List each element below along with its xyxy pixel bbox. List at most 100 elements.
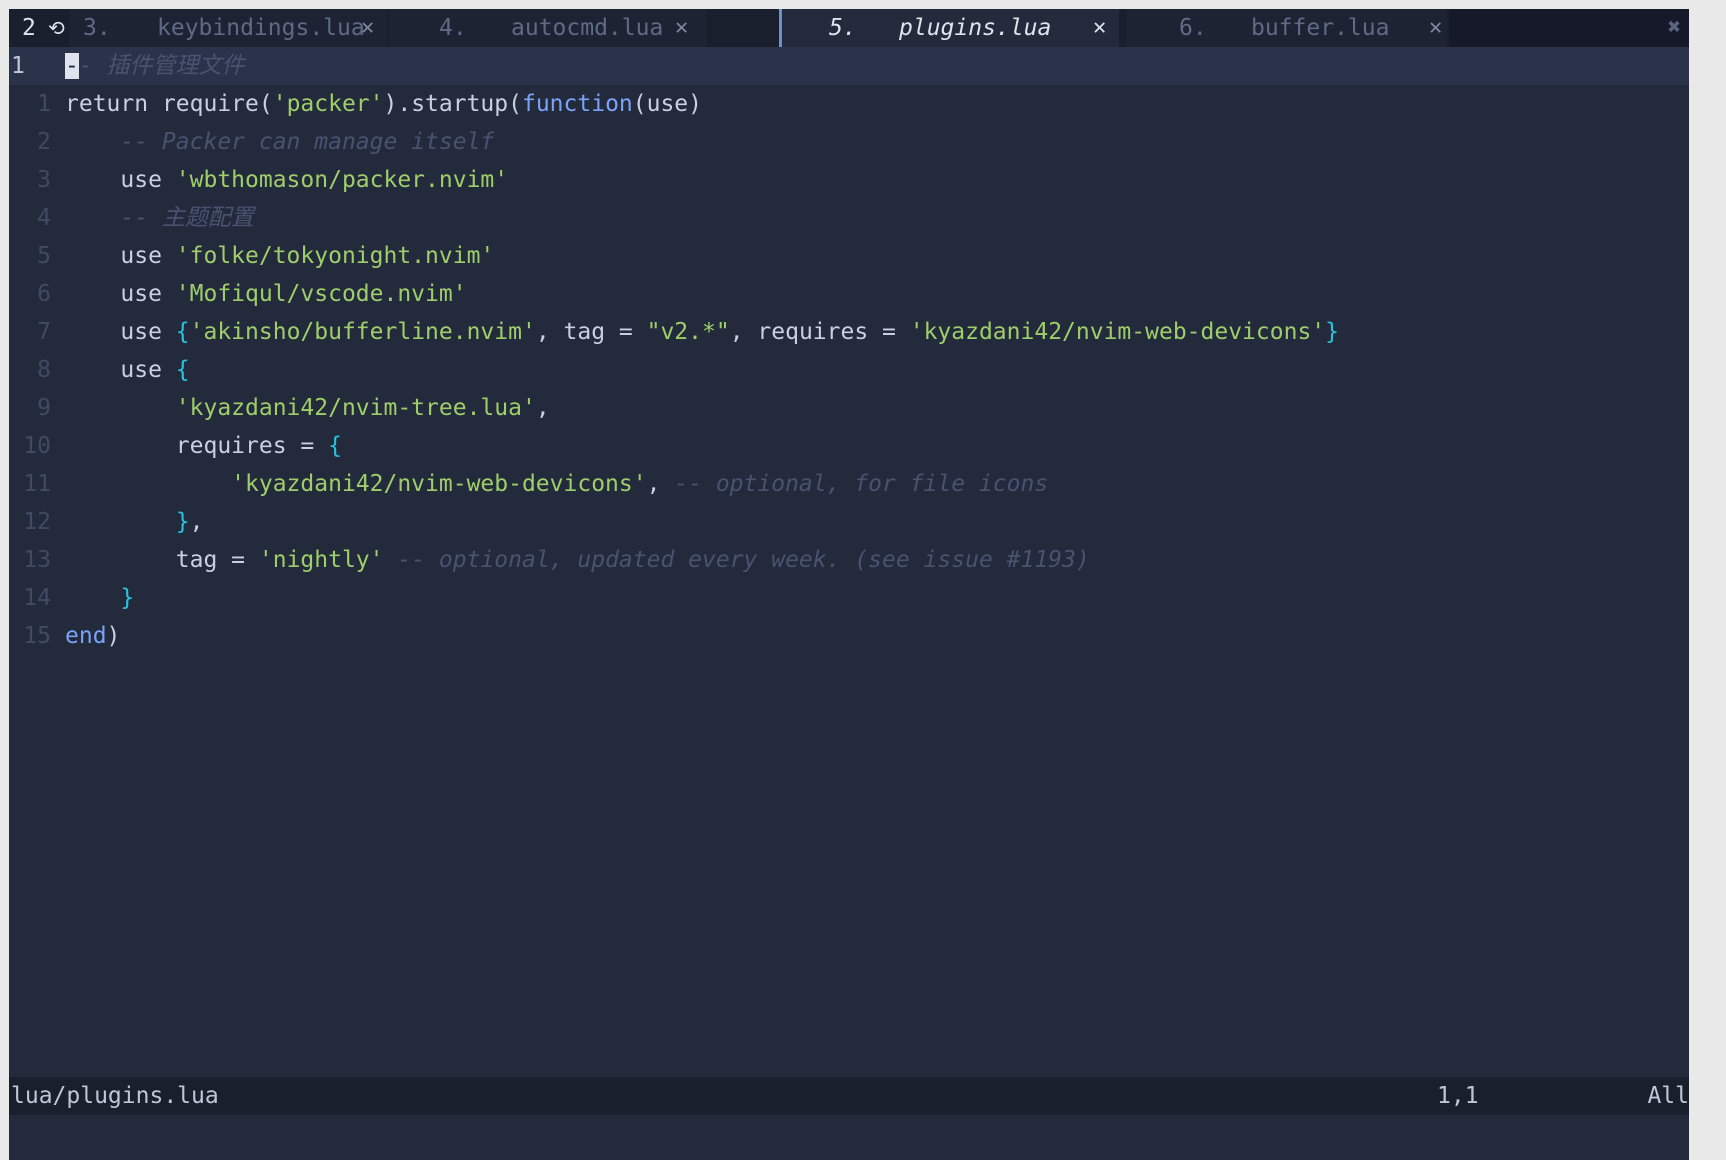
- tab-filename: autocmd.lua: [511, 15, 664, 41]
- line-code: },: [65, 503, 204, 541]
- line-number: 2: [37, 129, 51, 155]
- command-line[interactable]: [9, 1115, 1689, 1160]
- code-line[interactable]: 10 requires = {: [9, 427, 1689, 465]
- line-number: 6: [37, 281, 51, 307]
- line-number: 10: [23, 433, 51, 459]
- scroll-left-icon[interactable]: ⟲: [48, 9, 65, 47]
- code-token: -- Packer can manage itself: [65, 129, 495, 155]
- code-line[interactable]: 9 'kyazdani42/nvim-tree.lua',: [9, 389, 1689, 427]
- code-token: 'akinsho/bufferline.nvim': [189, 319, 536, 345]
- line-code: 'kyazdani42/nvim-web-devicons', -- optio…: [65, 465, 1048, 503]
- code-line[interactable]: 11 'kyazdani42/nvim-web-devicons', -- op…: [9, 465, 1689, 503]
- code-token: use: [65, 281, 176, 307]
- tab-filename: plugins.lua: [899, 15, 1052, 41]
- code-token: 'nightly': [258, 547, 384, 573]
- tab-filename: buffer.lua: [1251, 15, 1390, 41]
- code-token: 'folke/tokyonight.nvim': [175, 243, 495, 269]
- code-token: end: [65, 623, 107, 649]
- close-all-icon[interactable]: ✖: [1668, 9, 1681, 47]
- code-token: 'kyazdani42/nvim-tree.lua': [175, 395, 536, 421]
- tabline-fill: [1449, 9, 1689, 47]
- line-number: 14: [23, 585, 51, 611]
- line-code: 'kyazdani42/nvim-tree.lua',: [65, 389, 550, 427]
- line-code: -- 主题配置: [65, 199, 254, 237]
- line-code: tag = 'nightly' -- optional, updated eve…: [65, 541, 1090, 579]
- code-line[interactable]: 3 use 'wbthomason/packer.nvim': [9, 161, 1689, 199]
- close-icon[interactable]: ✕: [1429, 9, 1442, 47]
- current-line[interactable]: 1 -- 插件管理文件: [9, 47, 1689, 85]
- code-token: use: [65, 167, 176, 193]
- code-token: {: [328, 433, 342, 459]
- tab-autocmd[interactable]: 4. autocmd.lua ✕: [389, 9, 707, 47]
- status-filename: lua/plugins.lua: [11, 1083, 219, 1109]
- tab-buffer[interactable]: 6. buffer.lua ✕: [1127, 9, 1447, 47]
- tab-plugins[interactable]: 5. plugins.lua ✕: [779, 9, 1119, 47]
- close-icon[interactable]: ✕: [675, 9, 688, 47]
- close-icon[interactable]: ✕: [1093, 9, 1106, 47]
- code-line[interactable]: 1 return require('packer').startup(functi…: [9, 85, 1689, 123]
- code-token: require(: [161, 91, 273, 117]
- line-code: use {: [65, 351, 190, 389]
- line-number: 1: [37, 91, 51, 117]
- code-line[interactable]: 5 use 'folke/tokyonight.nvim': [9, 237, 1689, 275]
- code-token: ,: [189, 509, 204, 535]
- line-code: -- Packer can manage itself: [65, 123, 494, 161]
- code-line[interactable]: 2 -- Packer can manage itself: [9, 123, 1689, 161]
- code-line[interactable]: 13 tag = 'nightly' -- optional, updated …: [9, 541, 1689, 579]
- code-line[interactable]: 6 use 'Mofiqul/vscode.nvim': [9, 275, 1689, 313]
- close-icon[interactable]: ✕: [361, 9, 374, 47]
- tab-number: 4.: [439, 15, 467, 41]
- neovim-window: 2 ⟲ 3. keybindings.lua ✕ 4. autocmd.lua …: [9, 9, 1689, 1160]
- line-number: 15: [23, 623, 51, 649]
- code-token: {: [175, 357, 190, 383]
- code-token: use: [65, 243, 176, 269]
- code-token: "v2.*": [646, 319, 730, 345]
- tab-number: 5.: [829, 15, 857, 41]
- code-line[interactable]: 14 }: [9, 579, 1689, 617]
- code-line[interactable]: 4 -- 主题配置: [9, 199, 1689, 237]
- buffer-count: 2: [22, 15, 36, 41]
- cursor-position: 1,1: [1437, 1083, 1479, 1109]
- editor-area[interactable]: 1 -- 插件管理文件 1 return require('packer').star…: [9, 47, 1689, 1077]
- code-line[interactable]: 15 end): [9, 617, 1689, 655]
- code-token: use: [65, 319, 176, 345]
- tab-filename: keybindings.lua: [157, 15, 365, 41]
- cursor: -: [65, 53, 79, 79]
- statusline: lua/plugins.lua 1,1 All: [9, 1077, 1689, 1115]
- code-token: ,: [535, 395, 550, 421]
- code-token: 'kyazdani42/nvim-web-devicons': [909, 319, 1326, 345]
- code-token: -- 主题配置: [65, 205, 254, 231]
- line-number: 4: [37, 205, 51, 231]
- line-code: use 'wbthomason/packer.nvim': [65, 161, 508, 199]
- code-token: return: [65, 91, 162, 117]
- line-number: 1: [11, 53, 25, 79]
- code-token: 'Mofiqul/vscode.nvim': [175, 281, 467, 307]
- line-number: 5: [37, 243, 51, 269]
- scroll-percent: All: [1647, 1083, 1689, 1109]
- tab-number: 6.: [1179, 15, 1207, 41]
- line-number: 9: [37, 395, 51, 421]
- tabline: 2 ⟲ 3. keybindings.lua ✕ 4. autocmd.lua …: [9, 9, 1689, 47]
- code-line[interactable]: 7 use {'akinsho/bufferline.nvim', tag = …: [9, 313, 1689, 351]
- code-token: , tag =: [535, 319, 647, 345]
- active-tab-indicator: [779, 9, 782, 47]
- code-token: -- optional, updated every week. (see is…: [397, 547, 1090, 573]
- code-token: }: [120, 585, 135, 611]
- line-code: return require('packer').startup(functio…: [65, 85, 702, 123]
- code-line[interactable]: 12 },: [9, 503, 1689, 541]
- code-token: 'kyazdani42/nvim-web-devicons': [231, 471, 647, 497]
- line-code: use 'folke/tokyonight.nvim': [65, 237, 494, 275]
- code-line[interactable]: 8 use {: [9, 351, 1689, 389]
- code-token: 'packer': [272, 91, 384, 117]
- code-token: use: [65, 357, 176, 383]
- tab-keybindings[interactable]: 3. keybindings.lua ✕: [69, 9, 387, 47]
- line-code: }: [65, 579, 134, 617]
- code-token: -- optional, for file icons: [674, 471, 1049, 497]
- line-number: 8: [37, 357, 51, 383]
- code-token: - 插件管理文件: [78, 53, 245, 79]
- line-number: 12: [23, 509, 51, 535]
